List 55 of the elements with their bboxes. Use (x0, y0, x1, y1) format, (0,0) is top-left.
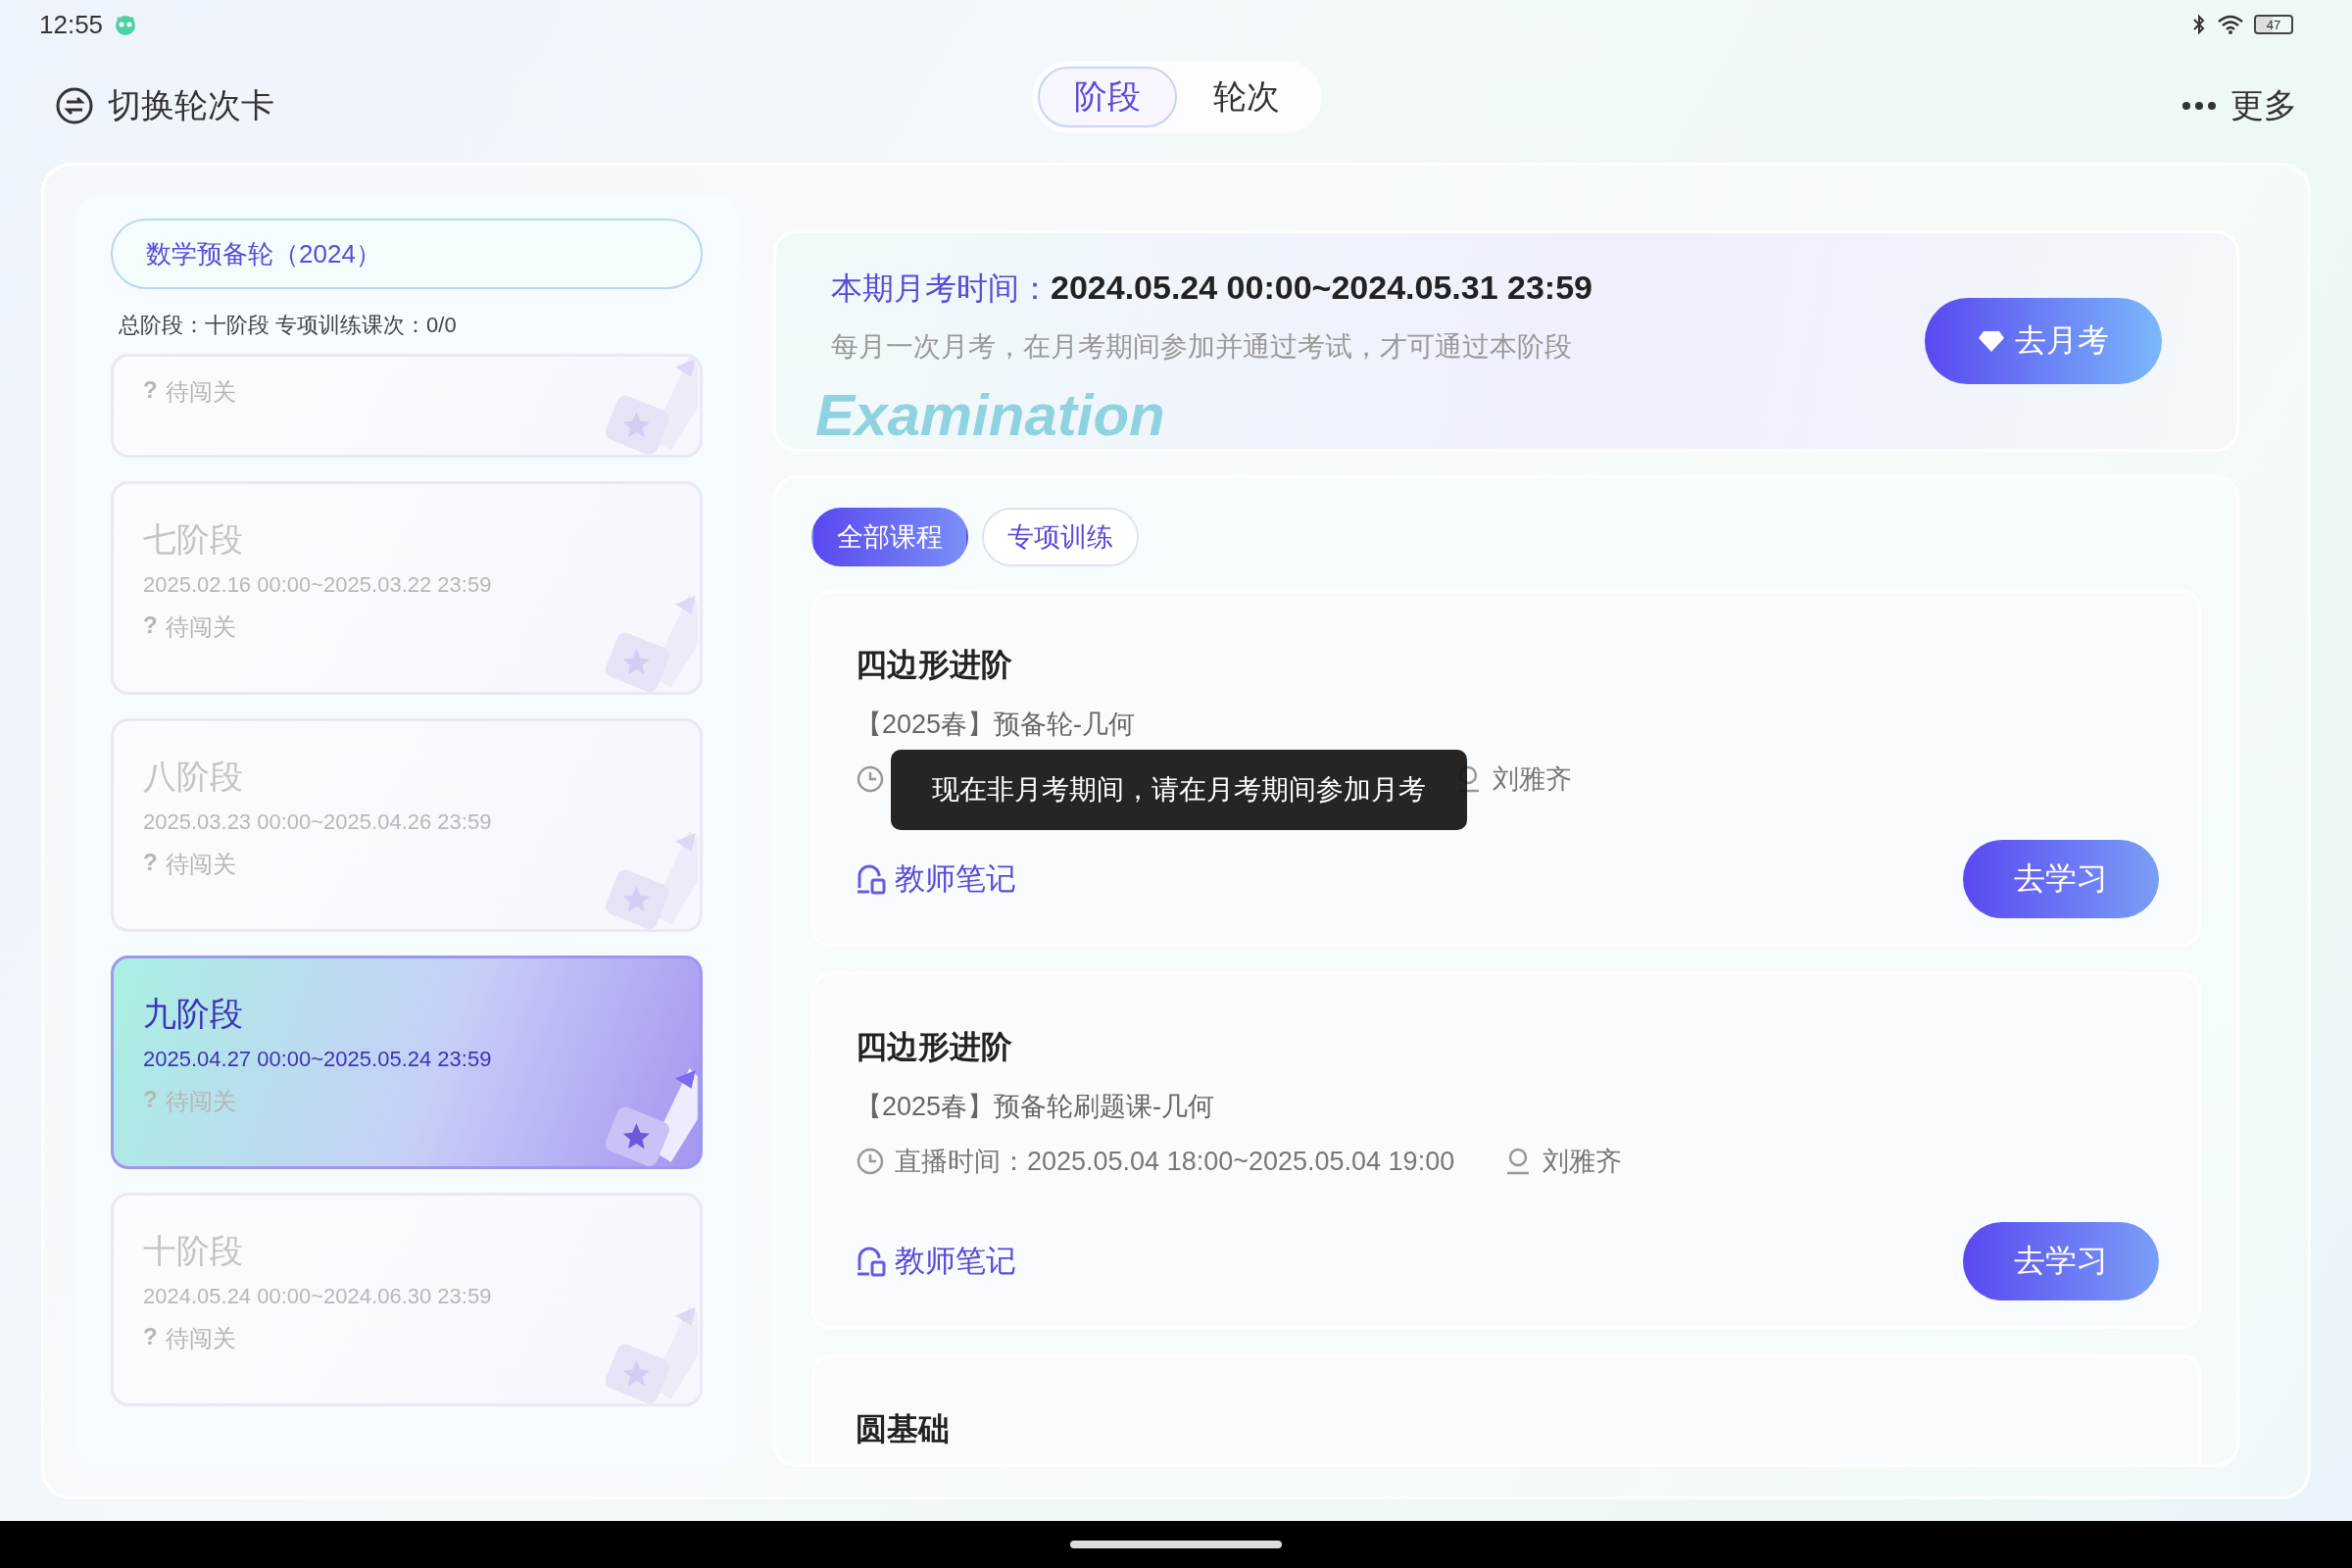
diamond-icon (1978, 329, 2005, 353)
exam-time: 2024.05.24 00:00~2024.05.31 23:59 (1051, 269, 1592, 306)
round-summary: 总阶段：十阶段 专项训练课次：0/0 (118, 312, 458, 339)
stage-dates: 2025.03.23 00:00~2025.04.26 23:59 (143, 809, 493, 835)
stage-name: 七阶段 (143, 519, 244, 560)
stage-status: 待闯关 (165, 377, 236, 407)
question-mark: ? (143, 612, 158, 640)
home-indicator[interactable] (1070, 1541, 1282, 1548)
wifi-icon (2217, 14, 2244, 35)
segment-tab[interactable]: 轮次 (1177, 67, 1316, 127)
exam-button[interactable]: 去月考 (1925, 298, 2162, 384)
more-icon (2181, 101, 2217, 111)
clock-icon (856, 1147, 885, 1176)
teacher-notes-link[interactable]: 教师笔记 (856, 1241, 1016, 1282)
question-mark: ? (143, 849, 158, 877)
course-title: 圆基础 (856, 1410, 951, 1448)
switch-round-button[interactable]: 切换轮次卡 (49, 82, 280, 129)
course-subtitle: 【2025春】预备轮-几何 (856, 709, 1137, 741)
exam-time-label: 本期月考时间： (831, 270, 1051, 306)
swap-icon (55, 86, 94, 125)
stage-name: 十阶段 (143, 1231, 244, 1271)
status-time: 12:55 (39, 9, 104, 40)
course-subtitle: 【2025春】预备轮刷题课-几何 (856, 1091, 1216, 1123)
round-title: 数学预备轮（2024） (111, 219, 703, 289)
course-tab[interactable]: 全部课程 (811, 508, 968, 566)
teacher-name: 刘雅齐 (1493, 763, 1572, 796)
battery-icon: 47 (2254, 15, 2293, 34)
study-button[interactable]: 去学习 (1963, 1222, 2159, 1300)
stage-status: 待闯关 (165, 612, 236, 642)
more-button[interactable]: 更多 (2176, 82, 2303, 129)
stage-name: 九阶段 (143, 994, 244, 1034)
exam-watermark: Examination (815, 386, 1165, 445)
stage-dates: 2025.02.16 00:00~2025.03.22 23:59 (143, 572, 493, 598)
live-time: 直播时间：2025.05.04 18:00~2025.05.04 19:00 (895, 1146, 1455, 1178)
course-tab[interactable]: 专项训练 (982, 508, 1139, 566)
course-title: 四边形进阶 (856, 646, 1013, 684)
stage-name: 八阶段 (143, 757, 244, 797)
segment-tab[interactable]: 阶段 (1038, 67, 1177, 127)
stage-status: 待闯关 (165, 850, 236, 879)
notes-icon (856, 1245, 887, 1278)
study-button[interactable]: 去学习 (1963, 840, 2159, 918)
stage-dates: 2025.04.27 00:00~2025.05.24 23:59 (143, 1047, 493, 1072)
question-mark: ? (143, 376, 158, 405)
bluetooth-icon (2191, 13, 2207, 36)
stage-dates: 2024.05.24 00:00~2024.06.30 23:59 (143, 1284, 493, 1309)
teacher-name: 刘雅齐 (1543, 1146, 1623, 1178)
clock-icon (856, 764, 885, 794)
course-title: 四边形进阶 (856, 1028, 1013, 1066)
toast-message: 现在非月考期间，请在月考期间参加月考 (891, 750, 1467, 830)
notes-icon (856, 862, 887, 896)
exam-note: 每月一次月考，在月考期间参加并通过考试，才可通过本阶段 (831, 330, 1573, 364)
stage-status: 待闯关 (165, 1324, 236, 1353)
question-mark: ? (143, 1323, 158, 1351)
question-mark: ? (143, 1086, 158, 1114)
teacher-notes-link[interactable]: 教师笔记 (856, 858, 1016, 900)
